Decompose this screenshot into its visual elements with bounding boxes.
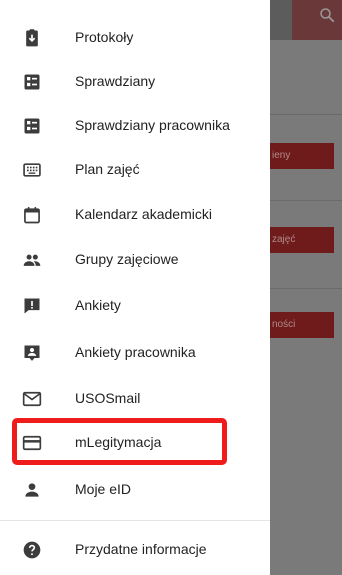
people-icon [22, 250, 42, 270]
calendar-icon [22, 205, 42, 225]
nav-item-label: Ankiety [75, 297, 121, 313]
highlight-annotation-box [12, 418, 227, 465]
nav-item-protokoly[interactable]: Protokoły [0, 16, 270, 58]
bg-button-1[interactable]: ieny [270, 143, 334, 169]
nav-item-przydatne-informacje[interactable]: Przydatne informacje [0, 528, 270, 570]
nav-item-label: Ankiety pracownika [75, 344, 196, 360]
card-divider [270, 114, 342, 115]
dimmed-app-background[interactable]: ieny zajęć ności [270, 0, 342, 575]
test-form-icon [22, 72, 42, 92]
nav-item-label: Przydatne informacje [75, 541, 207, 557]
nav-item-label: Sprawdziany pracownika [75, 117, 230, 133]
nav-item-kalendarz-akademicki[interactable]: Kalendarz akademicki [0, 193, 270, 235]
nav-item-label: USOSmail [75, 390, 141, 406]
app-bar [270, 0, 342, 40]
navigation-drawer: Protokoły Sprawdziany Sprawdziany pracow… [0, 0, 270, 575]
nav-item-label: Plan zajęć [75, 161, 140, 177]
nav-item-ankiety[interactable]: Ankiety [0, 284, 270, 326]
nav-item-ankiety-pracownika[interactable]: Ankiety pracownika [0, 331, 270, 373]
clipboard-download-icon [22, 28, 42, 48]
nav-item-label: Grupy zajęciowe [75, 251, 179, 267]
feedback-icon [22, 296, 42, 316]
nav-item-label: Protokoły [75, 29, 134, 45]
nav-item-label: Sprawdziany [75, 73, 156, 89]
keyboard-grid-icon [22, 160, 42, 180]
nav-item-label: Moje eID [75, 481, 132, 497]
mail-icon [22, 389, 42, 409]
nav-item-moje-eid[interactable]: Moje eID [0, 468, 270, 510]
feedback-person-icon [22, 343, 42, 363]
nav-item-grupy-zajeciowe[interactable]: Grupy zajęciowe [0, 238, 270, 280]
help-circle-icon [22, 540, 42, 560]
drawer-divider [0, 520, 270, 521]
card-divider [270, 288, 342, 289]
test-form-icon [22, 116, 42, 136]
nav-item-sprawdziany-pracownika[interactable]: Sprawdziany pracownika [0, 104, 270, 146]
person-icon [22, 480, 42, 500]
bg-button-2[interactable]: zajęć [270, 227, 334, 253]
bg-button-3[interactable]: ności [270, 312, 334, 338]
nav-item-usosmail[interactable]: USOSmail [0, 377, 270, 419]
nav-item-sprawdziany[interactable]: Sprawdziany [0, 60, 270, 102]
nav-item-plan-zajec[interactable]: Plan zajęć [0, 148, 270, 190]
card-divider [270, 200, 342, 201]
search-icon[interactable] [318, 6, 336, 24]
nav-item-label: Kalendarz akademicki [75, 206, 212, 222]
